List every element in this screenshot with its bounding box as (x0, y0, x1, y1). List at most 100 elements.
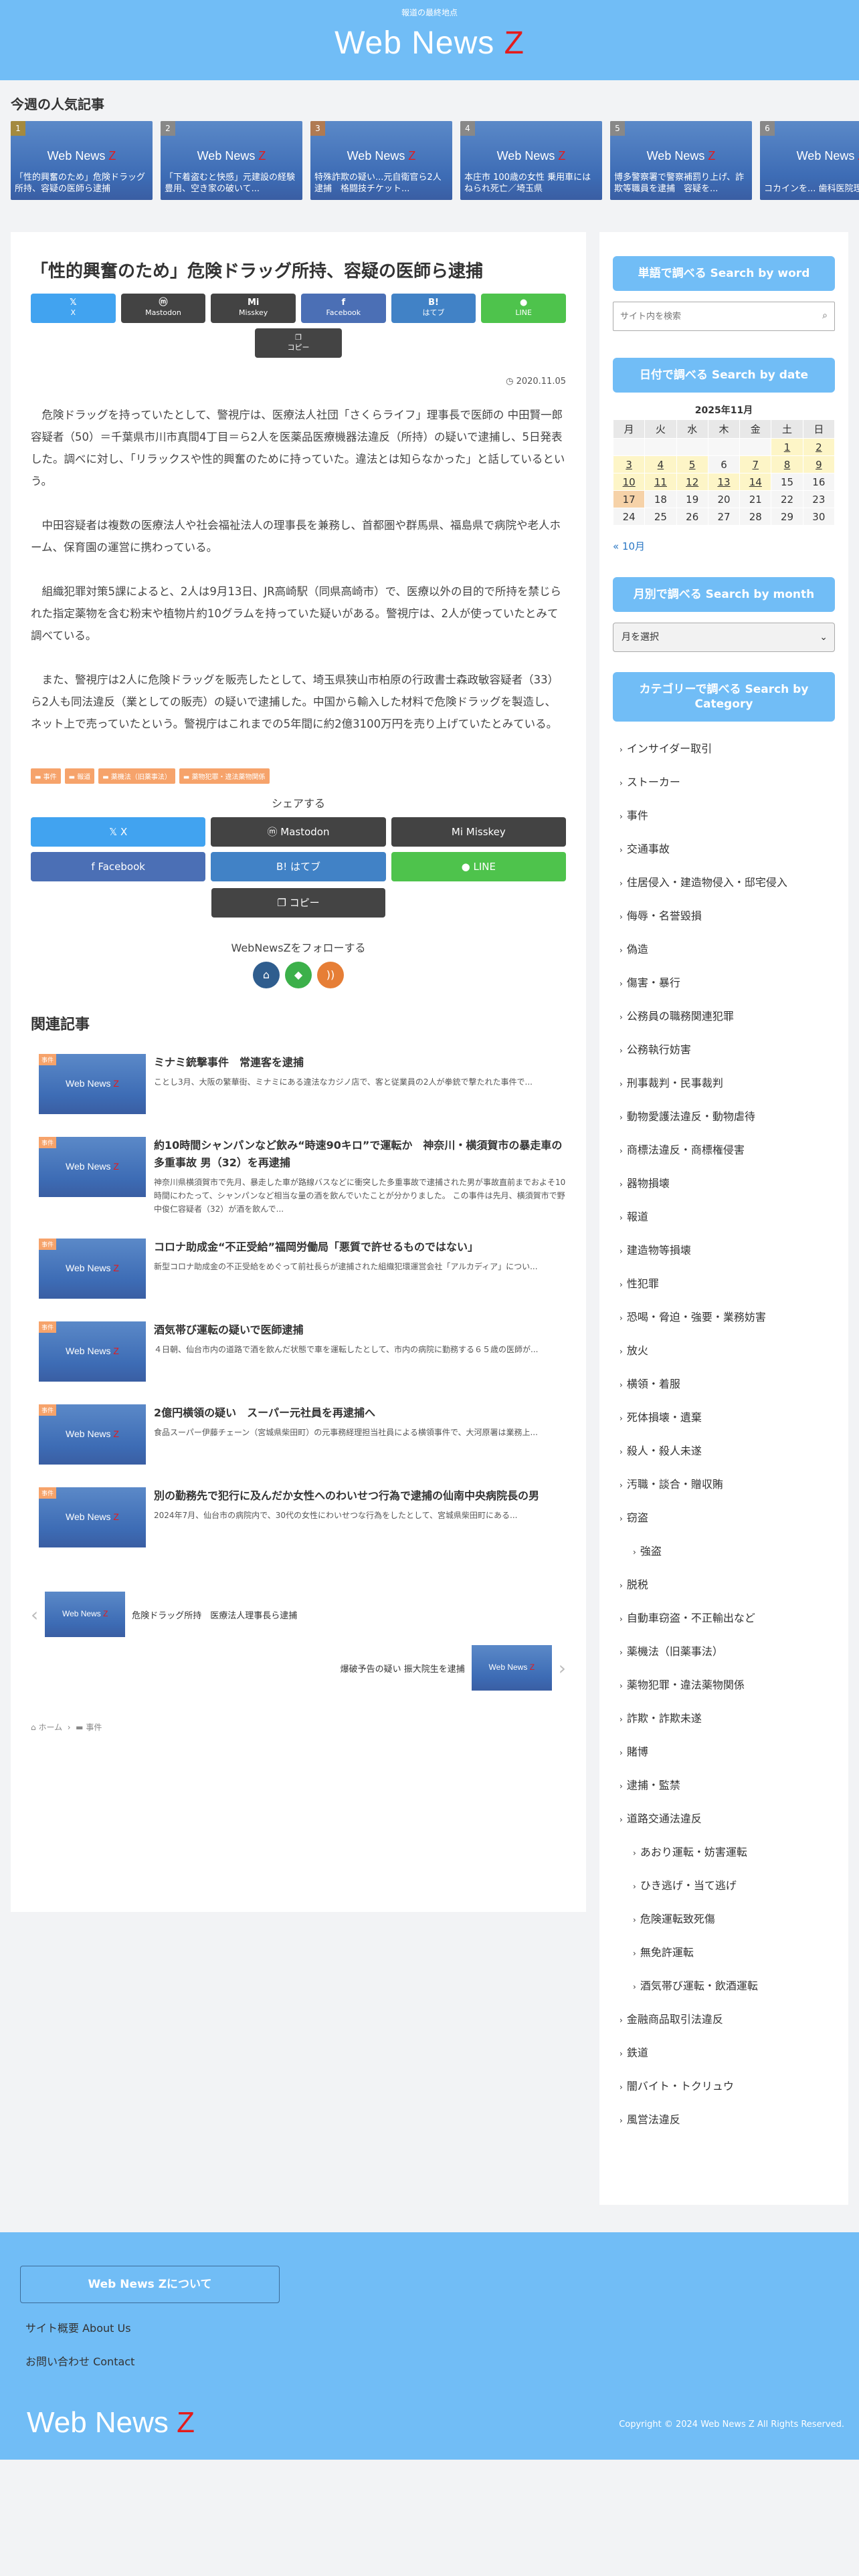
breadcrumb-home[interactable]: ホーム (38, 1723, 62, 1732)
category-item[interactable]: › 恐喝・脅迫・強要・業務妨害 (613, 1301, 835, 1334)
feedly-icon[interactable]: ◆ (285, 962, 312, 988)
footer-link-about[interactable]: サイト概要 About Us (25, 2319, 131, 2335)
category-item[interactable]: › 住居侵入・建造物侵入・邸宅侵入 (613, 866, 835, 899)
category-item[interactable]: › 公務執行妨害 (613, 1033, 835, 1067)
tag-link[interactable]: ▬ 薬物犯罪・違法薬物関係 (179, 768, 270, 784)
popular-card[interactable]: 2 Web News Z 「下着盗むと快感」元建設の経験豊用、空き家の破いて..… (161, 121, 302, 200)
category-item[interactable]: › 金融商品取引法違反 (613, 2003, 835, 2036)
category-item[interactable]: › 闇バイト・トクリュウ (613, 2070, 835, 2103)
calendar-prev-link[interactable]: « 10月 (613, 539, 835, 553)
category-item[interactable]: › インサイダー取引 (613, 732, 835, 766)
category-item[interactable]: › 殺人・殺人未遂 (613, 1434, 835, 1468)
category-item[interactable]: › 脱税 (613, 1568, 835, 1602)
home-icon[interactable]: ⌂ (253, 962, 280, 988)
popular-card[interactable]: 5 Web News Z 博多警察署で警察補罰り上げ、詐欺等職員を逮捕 容疑を.… (610, 121, 752, 200)
related-item[interactable]: 事件 Web News Z ミナミ銃撃事件 常連客を逮捕 ことし3月、大阪の繁華… (31, 1054, 566, 1114)
share-facebook-button[interactable]: f Facebook (300, 294, 386, 323)
category-item[interactable]: › 動物愛護法違反・動物虐待 (613, 1100, 835, 1134)
calendar-day[interactable]: 9 (802, 455, 836, 473)
category-item[interactable]: › 薬機法（旧薬事法） (613, 1635, 835, 1669)
tag-link[interactable]: ▬ 事件 (31, 768, 61, 784)
category-item[interactable]: › 風営法違反 (613, 2103, 835, 2137)
category-item[interactable]: › 刑事裁判・民事裁判 (613, 1067, 835, 1100)
share-x-button-bottom[interactable]: 𝕏 X (31, 817, 206, 847)
category-item[interactable]: › 窃盗 (613, 1501, 835, 1535)
share-mastodon-button[interactable]: ⓜ Mastodon (120, 294, 206, 323)
breadcrumb-category[interactable]: 事件 (86, 1723, 102, 1732)
calendar-day[interactable]: 3 (612, 455, 646, 473)
calendar-day[interactable]: 1 (771, 438, 803, 456)
category-item[interactable]: › 汚職・談合・贈収賄 (613, 1468, 835, 1501)
category-item[interactable]: › 横領・着服 (613, 1368, 835, 1401)
category-item[interactable]: › 傷害・暴行 (613, 966, 835, 1000)
calendar-day[interactable]: 11 (644, 473, 677, 491)
share-hatena-button[interactable]: B! はてブ (391, 294, 476, 323)
share-copy-button-bottom[interactable]: ❐ コピー (211, 888, 385, 918)
related-item[interactable]: 事件 Web News Z 別の勤務先で犯行に及んだか女性へのわいせつ行為で逮捕… (31, 1487, 566, 1547)
category-item[interactable]: › 薬物犯罪・違法薬物関係 (613, 1669, 835, 1702)
search-icon[interactable]: ⌕ (822, 310, 828, 321)
category-item[interactable]: › 商標法違反・商標権侵害 (613, 1134, 835, 1167)
category-item[interactable]: › 報道 (613, 1200, 835, 1234)
related-item[interactable]: 事件 Web News Z 酒気帯び運転の疑いで医師逮捕 ４日朝、仙台市内の道路… (31, 1321, 566, 1382)
share-mastodon-button-bottom[interactable]: ⓜ Mastodon (211, 817, 386, 847)
footer-link-contact[interactable]: お問い合わせ Contact (25, 2353, 134, 2369)
category-item[interactable]: › 建造物等損壊 (613, 1234, 835, 1267)
related-item[interactable]: 事件 Web News Z コロナ助成金“不正受給”福岡労働局「悪質で許せるもの… (31, 1239, 566, 1299)
popular-card[interactable]: 1 Web News Z 「性的興奮のため」危険ドラッグ所持、容疑の医師ら逮捕 (11, 121, 153, 200)
calendar-day[interactable]: 4 (644, 455, 677, 473)
calendar-day[interactable]: 14 (739, 473, 772, 491)
calendar-day[interactable]: 10 (612, 473, 646, 491)
category-item[interactable]: › 逮捕・監禁 (613, 1769, 835, 1802)
tag-link[interactable]: ▬ 報道 (64, 768, 95, 784)
calendar-day[interactable]: 12 (676, 473, 708, 491)
category-item[interactable]: › 道路交通法違反 (613, 1802, 835, 1836)
calendar-day[interactable]: 2 (802, 438, 836, 456)
category-item[interactable]: › ひき逃げ・当て逃げ (613, 1869, 835, 1903)
rss-icon[interactable]: )) (317, 962, 344, 988)
site-logo[interactable]: Web News Z (0, 25, 859, 62)
calendar-day[interactable]: 8 (771, 455, 803, 473)
share-facebook-button-bottom[interactable]: f Facebook (31, 852, 206, 881)
category-item[interactable]: › 詐欺・詐欺未遂 (613, 1702, 835, 1735)
share-x-button[interactable]: 𝕏X (31, 294, 116, 323)
category-item[interactable]: › 侮辱・名誉毀損 (613, 899, 835, 933)
share-misskey-button[interactable]: Mi Misskey (211, 294, 296, 323)
popular-card[interactable]: 6 Web News Z コカインを... 歯科医院理容長の... › (760, 121, 859, 200)
month-select[interactable]: 月を選択 ⌄ (613, 623, 835, 652)
category-item[interactable]: › 危険運転致死傷 (613, 1903, 835, 1936)
category-item[interactable]: › 死体損壊・遺棄 (613, 1401, 835, 1434)
category-item[interactable]: › ストーカー (613, 766, 835, 799)
calendar-day[interactable]: 5 (676, 455, 708, 473)
category-item[interactable]: › 賭博 (613, 1735, 835, 1769)
prev-post-link[interactable]: ‹ Web News Z 危険ドラッグ所持 医療法人理事長ら逮捕 (31, 1588, 566, 1641)
category-item[interactable]: › 鉄道 (613, 2036, 835, 2070)
next-post-link[interactable]: 爆破予告の疑い 振大院生を逮捕 Web News Z › (31, 1641, 566, 1695)
share-copy-button[interactable]: ❐ コピー (255, 328, 342, 358)
category-item[interactable]: › 公務員の職務関連犯罪 (613, 1000, 835, 1033)
category-item[interactable]: › 器物損壊 (613, 1167, 835, 1200)
share-hatena-button-bottom[interactable]: B! はてブ (211, 852, 386, 881)
popular-card[interactable]: 4 Web News Z 本庄市 100歳の女性 乗用車にはねられ死亡／埼玉県 (460, 121, 602, 200)
share-misskey-button-bottom[interactable]: Mi Misskey (391, 817, 566, 847)
category-item[interactable]: › 強盗 (613, 1535, 835, 1568)
share-line-button[interactable]: ● LINE (481, 294, 566, 323)
calendar-day[interactable]: 7 (739, 455, 772, 473)
category-item[interactable]: › 自動車窃盗・不正輸出など (613, 1602, 835, 1635)
tag-link[interactable]: ▬ 薬機法（旧薬事法） (98, 768, 175, 784)
about-button[interactable]: Web News Zについて (20, 2266, 280, 2303)
category-item[interactable]: › 放火 (613, 1334, 835, 1368)
calendar-day[interactable]: 13 (707, 473, 741, 491)
category-item[interactable]: › 事件 (613, 799, 835, 833)
category-item[interactable]: › 交通事故 (613, 833, 835, 866)
share-line-button-bottom[interactable]: ● LINE (391, 852, 566, 881)
search-input[interactable] (613, 302, 834, 330)
category-item[interactable]: › 酒気帯び運転・飲酒運転 (613, 1969, 835, 2003)
related-item[interactable]: 事件 Web News Z 2億円横領の疑い スーパー元社員を再逮捕へ 食品スー… (31, 1404, 566, 1465)
category-item[interactable]: › 偽造 (613, 933, 835, 966)
category-item[interactable]: › 無免許運転 (613, 1936, 835, 1969)
related-item[interactable]: 事件 Web News Z 約10時間シャンパンなど飲み“時速90キロ”で運転か… (31, 1137, 566, 1216)
category-item[interactable]: › あおり運転・妨害運転 (613, 1836, 835, 1869)
category-item[interactable]: › 性犯罪 (613, 1267, 835, 1301)
popular-card[interactable]: 3 Web News Z 特殊詐欺の疑い...元自衛官ら2人逮捕 格闘技チケット… (310, 121, 452, 200)
